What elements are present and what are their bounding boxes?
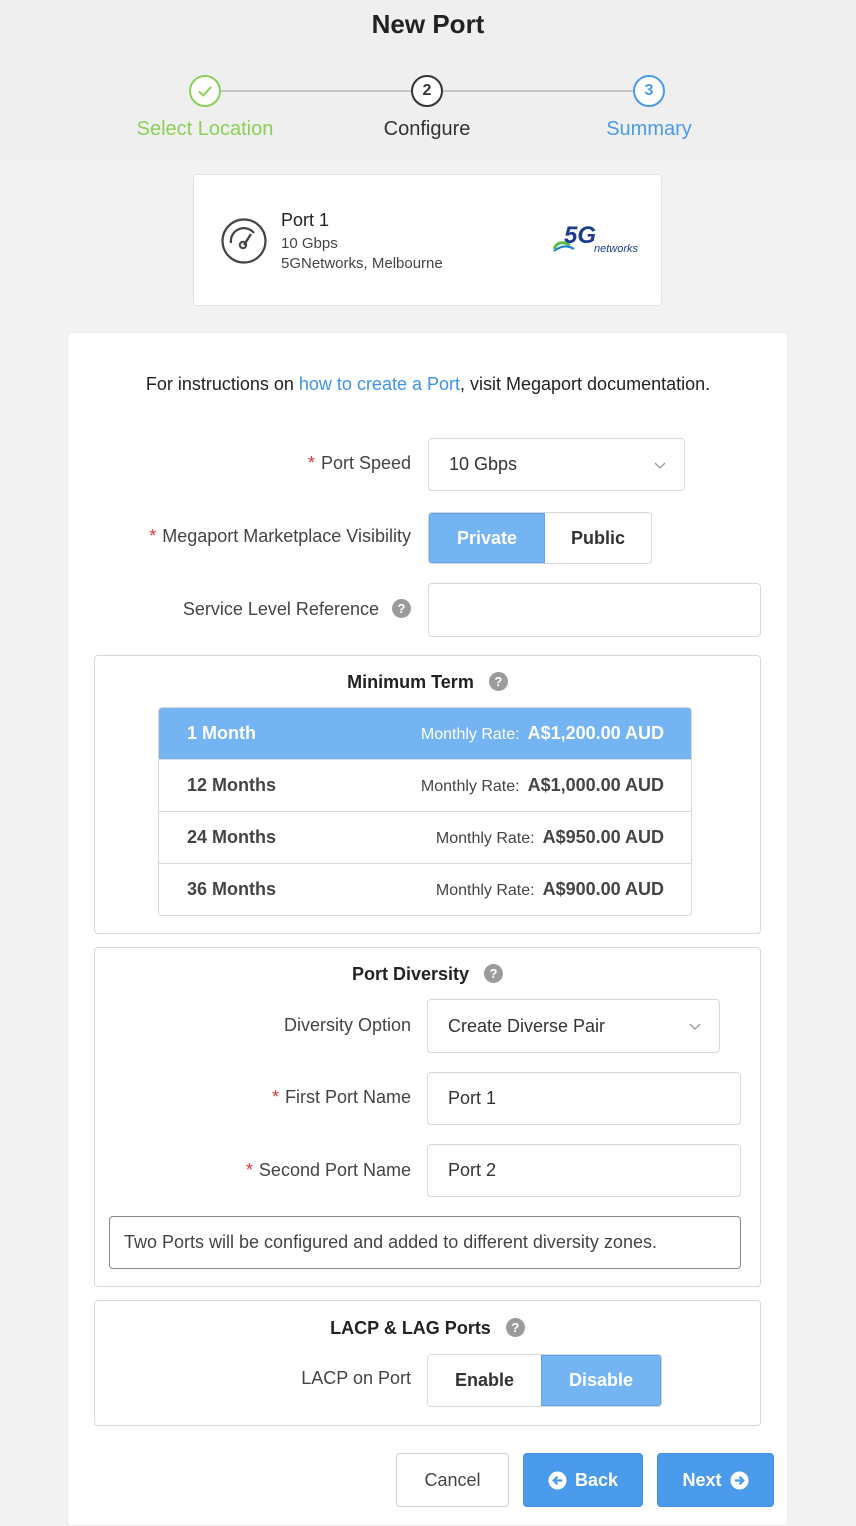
step-label-configure[interactable]: Configure — [327, 118, 527, 141]
term-rate: Monthly Rate: A$1,000.00 AUD — [420, 775, 664, 795]
next-button[interactable]: Next — [657, 1453, 774, 1507]
next-label: Next — [682, 1469, 722, 1490]
help-icon[interactable]: ? — [488, 672, 508, 691]
second-port-name-input[interactable]: Port 2 — [427, 1144, 741, 1197]
help-icon[interactable]: ? — [484, 964, 504, 983]
first-port-name-input[interactable]: Port 1 — [427, 1072, 741, 1125]
lacp-disable-button[interactable]: Disable — [541, 1355, 661, 1406]
term-options-list: 1 Month Monthly Rate: A$1,200.00 AUD 12 M… — [158, 707, 692, 916]
step-connector — [221, 90, 411, 92]
service-level-input[interactable] — [428, 583, 761, 637]
term-rate: Monthly Rate: A$950.00 AUD — [435, 827, 664, 847]
term-rate: Monthly Rate: A$900.00 AUD — [435, 879, 664, 899]
term-option-1-month[interactable]: 1 Month Monthly Rate: A$1,200.00 AUD — [159, 708, 691, 759]
5g-networks-logo: 5G networks — [550, 219, 640, 259]
term-rate: Monthly Rate: A$1,200.00 AUD — [420, 723, 664, 743]
diversity-option-select[interactable]: Create Diverse Pair — [427, 999, 720, 1053]
step-label-select-location[interactable]: Select Location — [105, 118, 305, 141]
term-option-24-months[interactable]: 24 Months Monthly Rate: A$950.00 AUD — [159, 811, 691, 863]
lacp-toggle: Enable Disable — [427, 1354, 662, 1407]
lacp-title: LACP & LAG Ports ? — [95, 1318, 760, 1339]
help-icon[interactable]: ? — [392, 599, 411, 618]
port-speed-select[interactable]: 10 Gbps — [428, 438, 685, 491]
port-name: Port 1 — [281, 210, 330, 230]
term-name: 12 Months — [187, 775, 277, 795]
minimum-term-section: Minimum Term ? 1 Month Monthly Rate: A$1,… — [94, 655, 761, 934]
step-label-summary[interactable]: Summary — [549, 118, 749, 141]
instructions-prefix: For instructions on — [145, 374, 299, 394]
required-marker: * — [245, 1160, 253, 1180]
visibility-public-button[interactable]: Public — [544, 513, 651, 563]
term-option-12-months[interactable]: 12 Months Monthly Rate: A$1,000.00 AUD — [159, 759, 691, 811]
diversity-note: Two Ports will be configured and added t… — [109, 1216, 741, 1269]
second-port-name-label: * Second Port Name — [245, 1160, 411, 1180]
port-speed-value: 10 Gbps — [449, 454, 518, 474]
help-icon[interactable]: ? — [505, 1318, 525, 1337]
back-button[interactable]: Back — [523, 1453, 643, 1507]
logo-text: 5G — [564, 222, 596, 249]
term-name: 24 Months — [187, 827, 277, 847]
instructions-text: For instructions on how to create a Port… — [0, 374, 856, 395]
diversity-option-label: Diversity Option — [283, 1015, 411, 1035]
chevron-down-icon — [654, 462, 666, 469]
port-speed-text: 10 Gbps — [281, 235, 338, 252]
port-diversity-title: Port Diversity ? — [95, 964, 760, 985]
how-to-create-port-link[interactable]: how to create a Port — [299, 374, 460, 394]
lacp-on-port-label: LACP on Port — [301, 1368, 411, 1388]
wizard-header: New Port 2 3 Select Location Configure S… — [0, 0, 856, 160]
cancel-button[interactable]: Cancel — [396, 1453, 509, 1507]
instructions-suffix: , visit Megaport documentation. — [460, 374, 711, 394]
service-level-label: Service Level Reference ? — [183, 599, 411, 620]
visibility-toggle: Private Public — [428, 512, 652, 564]
required-marker: * — [307, 453, 315, 473]
term-name: 36 Months — [187, 879, 277, 899]
minimum-term-title: Minimum Term ? — [95, 672, 760, 693]
port-speed-label: * Port Speed — [307, 453, 411, 473]
arrow-right-circle-icon — [729, 1470, 749, 1490]
port-location: 5GNetworks, Melbourne — [281, 255, 443, 272]
port-summary-card: Port 1 10 Gbps 5GNetworks, Melbourne 5G … — [193, 174, 662, 306]
lacp-enable-button[interactable]: Enable — [428, 1355, 542, 1406]
step-connector — [443, 90, 633, 92]
speedometer-icon — [221, 218, 267, 264]
step-2-number[interactable]: 2 — [411, 75, 443, 107]
step-1-check-icon[interactable] — [189, 75, 221, 107]
visibility-private-button[interactable]: Private — [429, 513, 545, 563]
chevron-down-icon — [689, 1023, 701, 1030]
back-label: Back — [574, 1469, 619, 1490]
logo-sub: networks — [594, 243, 639, 255]
required-marker: * — [271, 1087, 279, 1107]
arrow-left-circle-icon — [548, 1470, 567, 1490]
visibility-label: * Megaport Marketplace Visibility — [149, 526, 411, 546]
term-option-36-months[interactable]: 36 Months Monthly Rate: A$900.00 AUD — [159, 863, 691, 915]
page-title: New Port — [371, 9, 485, 39]
diversity-option-value: Create Diverse Pair — [448, 1015, 606, 1036]
required-marker: * — [149, 526, 157, 546]
term-name: 1 Month — [187, 723, 256, 743]
first-port-name-label: * First Port Name — [271, 1087, 411, 1107]
step-3-number[interactable]: 3 — [633, 75, 665, 107]
